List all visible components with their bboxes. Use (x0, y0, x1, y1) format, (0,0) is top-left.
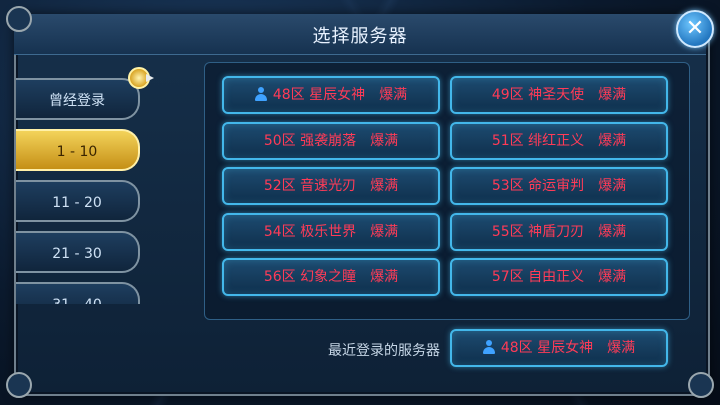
server-zone: 48区 (500, 340, 533, 356)
close-button[interactable]: ✕ (676, 10, 714, 48)
server-button[interactable]: 56区 幻象之瞳 爆满 (222, 258, 440, 296)
server-status: 爆满 (598, 132, 627, 149)
tab-1-10[interactable]: 1 - 10 (16, 129, 140, 171)
server-name: 强袭崩落 (300, 132, 357, 149)
server-button[interactable]: 51区 绯红正义 爆满 (450, 121, 668, 160)
server-name: 神圣天使 (528, 87, 585, 103)
server-zone: 56区 (263, 269, 296, 285)
server-button[interactable]: 52区 音速光刃 爆满 (222, 167, 440, 205)
server-button[interactable]: 54区 极乐世界 爆满 (222, 212, 440, 251)
server-button[interactable]: 50区 强袭崩落 爆满 (222, 121, 440, 160)
server-name: 星辰女神 (309, 87, 366, 103)
server-zone: 52区 (263, 178, 296, 194)
tab-31-40[interactable]: 31 - 40 (16, 282, 140, 304)
server-zone: 53区 (491, 178, 524, 194)
active-tab-indicator-icon (128, 67, 154, 89)
server-zone: 57区 (491, 269, 524, 285)
server-name: 音速光刃 (300, 178, 357, 194)
corner-ornament-icon (6, 372, 32, 398)
server-zone: 51区 (491, 132, 524, 149)
server-status: 爆满 (370, 132, 399, 149)
corner-ornament-icon (688, 372, 714, 398)
close-icon: ✕ (685, 16, 705, 41)
server-name: 星辰女神 (537, 340, 594, 356)
server-button[interactable]: 48区 星辰女神 爆满 (222, 76, 440, 114)
user-icon (482, 340, 495, 354)
server-status: 爆满 (370, 223, 399, 240)
server-zone: 55区 (491, 223, 524, 240)
server-button[interactable]: 53区 命运审判 爆满 (450, 167, 668, 205)
server-name: 命运审判 (528, 178, 585, 194)
server-zone: 48区 (272, 87, 305, 103)
server-status: 爆满 (598, 178, 627, 194)
server-name: 自由正义 (528, 269, 585, 285)
tab-21-30[interactable]: 21 - 30 (16, 231, 140, 273)
page-title: 选择服务器 (312, 26, 408, 47)
server-status: 爆满 (370, 178, 399, 194)
server-status: 爆满 (379, 87, 408, 103)
server-button[interactable]: 55区 神盾刀刃 爆满 (450, 212, 668, 251)
tab-11-20[interactable]: 11 - 20 (16, 180, 140, 222)
server-name: 绯红正义 (528, 132, 585, 149)
recent-server-label: 最近登录的服务器 (328, 343, 440, 359)
server-status: 爆满 (598, 269, 627, 285)
server-status: 爆满 (370, 269, 399, 285)
recent-server-button[interactable]: 48区 星辰女神 爆满 (450, 329, 668, 367)
user-icon (254, 87, 267, 101)
server-status: 爆满 (598, 87, 627, 103)
server-name: 神盾刀刃 (528, 223, 585, 240)
server-status: 爆满 (607, 340, 636, 356)
server-zone: 50区 (263, 132, 296, 149)
server-button[interactable]: 57区 自由正义 爆满 (450, 258, 668, 296)
corner-ornament-icon (6, 6, 32, 32)
server-name: 幻象之瞳 (300, 269, 357, 285)
server-name: 极乐世界 (300, 223, 357, 240)
server-zone: 49区 (491, 87, 524, 103)
server-range-tabs: 曾经登录 1 - 10 11 - 20 21 - 30 31 - 40 (16, 76, 156, 304)
server-status: 爆满 (598, 223, 627, 240)
tab-history[interactable]: 曾经登录 (16, 78, 140, 120)
server-button[interactable]: 49区 神圣天使 爆满 (450, 76, 668, 114)
server-zone: 54区 (263, 223, 296, 240)
